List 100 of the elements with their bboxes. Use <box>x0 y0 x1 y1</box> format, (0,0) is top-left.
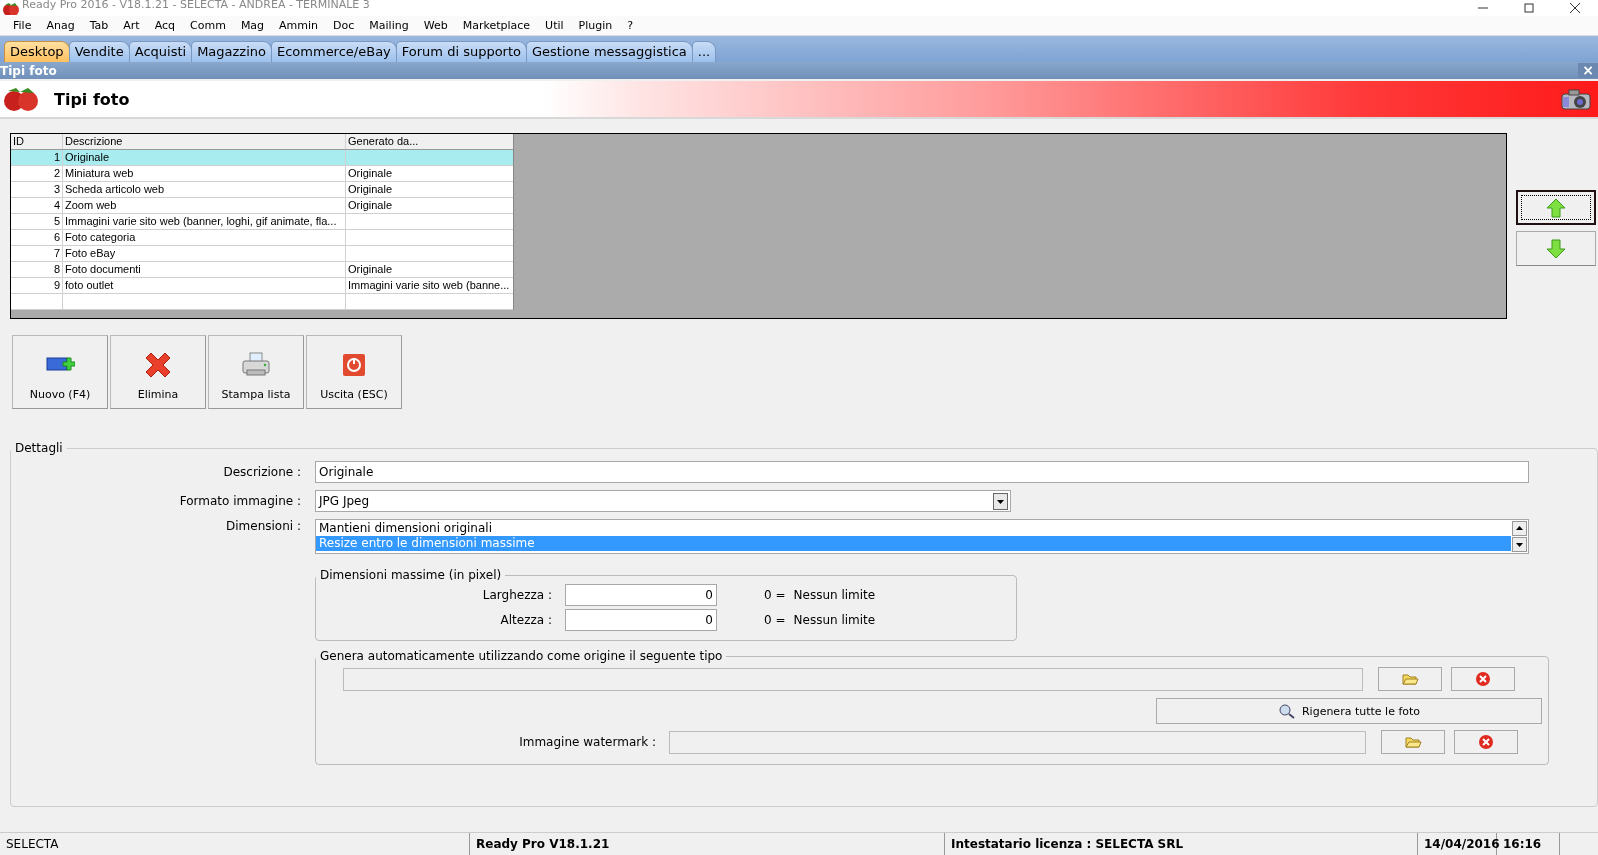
tab[interactable]: Ecommerce/eBay <box>271 41 397 62</box>
menu-item[interactable]: Util <box>538 19 572 32</box>
field-label: Formato immagine : <box>178 494 302 508</box>
toolbar-button[interactable]: Nuovo (F4) <box>12 335 108 409</box>
group-title: Genera automaticamente utilizzando come origine il seguente tipo <box>319 649 724 663</box>
scroll-up-icon[interactable] <box>1512 521 1527 536</box>
watermark-field[interactable] <box>669 730 1366 754</box>
scroll-down-icon[interactable] <box>1512 537 1527 552</box>
table-cell: Zoom web <box>65 199 117 211</box>
clear-button[interactable] <box>1451 667 1515 691</box>
table-cell: Foto documenti <box>65 263 141 275</box>
table-cell: Originale <box>65 151 110 163</box>
number-field[interactable]: 0 <box>565 584 717 606</box>
hint-text: 0 = <box>764 613 786 627</box>
tab[interactable]: ... <box>691 41 717 62</box>
table-row[interactable]: 8 Foto documenti Originale <box>11 262 513 278</box>
tab[interactable]: Desktop <box>4 41 70 62</box>
status-text: Intestatario licenza : SELECTA SRL <box>945 833 1418 855</box>
list-item[interactable]: Mantieni dimensioni originali <box>316 521 1511 536</box>
browse-button[interactable] <box>1381 730 1445 754</box>
move-down-button[interactable] <box>1516 231 1596 266</box>
magnifier-icon <box>1277 703 1296 719</box>
table-cell: Immagini varie sito web (banne... <box>348 279 510 291</box>
table-cell: Originale <box>348 183 393 195</box>
menu-item[interactable]: Doc <box>326 19 363 32</box>
source-field[interactable] <box>343 667 1363 691</box>
delete-icon <box>143 352 173 378</box>
table-cell: 9 <box>53 279 60 291</box>
menu-item[interactable]: Comm <box>183 19 234 32</box>
regenerate-button[interactable]: Rigenera tutte le foto <box>1156 698 1542 724</box>
table-cell: Originale <box>348 199 393 211</box>
menu-item[interactable]: Tab <box>82 19 117 32</box>
table-row[interactable]: 5 Immagini varie sito web (banner, loghi, gif animate, fla... <box>11 214 513 230</box>
camera-icon <box>1560 87 1592 111</box>
toolbar-button[interactable]: Uscita (ESC) <box>306 335 402 409</box>
status-text: 14/04/2016 <box>1418 833 1497 855</box>
text-field[interactable]: Originale <box>315 461 1529 483</box>
column-header[interactable]: Descrizione <box>63 134 346 149</box>
table-row[interactable]: 1 Originale <box>11 150 513 166</box>
table-cell: 8 <box>53 263 60 275</box>
table-row[interactable]: 9 foto outlet Immagini varie sito web (banne... <box>11 278 513 294</box>
table-row[interactable]: 7 Foto eBay <box>11 246 513 262</box>
toolbar-button[interactable]: Stampa lista <box>208 335 304 409</box>
group-title: Dimensioni massime (in pixel) <box>319 568 503 582</box>
move-up-button[interactable] <box>1516 190 1596 225</box>
table-cell: 2 <box>53 167 60 179</box>
table-cell: 6 <box>53 231 60 243</box>
menu-item[interactable]: Plugin <box>571 19 621 32</box>
menu-item[interactable]: Web <box>416 19 456 32</box>
table-row[interactable]: 3 Scheda articolo web Originale <box>11 182 513 198</box>
table-cell: 1 <box>53 151 60 163</box>
menu-item[interactable]: ? <box>620 19 642 32</box>
tab[interactable]: Gestione messaggistica <box>526 41 693 62</box>
table-cell: Foto categoria <box>65 231 136 243</box>
table-row[interactable]: 2 Miniatura web Originale <box>11 166 513 182</box>
menu-item[interactable]: File <box>6 19 40 32</box>
tab[interactable]: Vendite <box>68 41 130 62</box>
hint-text: 0 = <box>764 588 786 602</box>
tab[interactable]: Forum di supporto <box>395 41 527 62</box>
field-label: Descrizione : <box>222 465 302 479</box>
caret-icon <box>993 492 1008 510</box>
header-title: Tipi foto <box>54 89 130 109</box>
browse-button[interactable] <box>1378 667 1442 691</box>
column-header[interactable]: ID <box>11 134 63 149</box>
field-label: Immagine watermark : <box>518 735 657 749</box>
table-cell: 7 <box>53 247 60 259</box>
printer-icon <box>241 352 271 378</box>
table-cell: 3 <box>53 183 60 195</box>
table-cell: Originale <box>348 263 393 275</box>
number-field[interactable]: 0 <box>565 609 717 631</box>
format-dropdown[interactable]: JPG Jpeg <box>315 490 1011 512</box>
folder-icon <box>1404 734 1422 750</box>
tab[interactable]: Magazzino <box>191 41 272 62</box>
menu-item[interactable]: Ammin <box>272 19 327 32</box>
hint-text: Nessun limite <box>793 588 876 602</box>
field-label: Altezza : <box>499 613 553 627</box>
table-row[interactable]: 4 Zoom web Originale <box>11 198 513 214</box>
menu-item[interactable]: Marketplace <box>455 19 539 32</box>
table-cell: 5 <box>53 215 60 227</box>
menu-item[interactable]: Mailing <box>362 19 417 32</box>
tab[interactable]: Acquisti <box>128 41 193 62</box>
close-button[interactable]: × <box>1578 63 1598 78</box>
up-arrow-icon <box>1546 197 1566 218</box>
menu-item[interactable]: Art <box>116 19 148 32</box>
menu-item[interactable]: Anag <box>39 19 83 32</box>
table-row[interactable]: 6 Foto categoria <box>11 230 513 246</box>
table-cell: 4 <box>53 199 60 211</box>
column-header[interactable]: Generato da... <box>346 134 512 149</box>
menu-item[interactable]: Mag <box>233 19 273 32</box>
field-label: Larghezza : <box>481 588 553 602</box>
toolbar-button[interactable]: Elimina <box>110 335 206 409</box>
table-cell: Scheda articolo web <box>65 183 165 195</box>
group-title: Dettagli <box>14 441 64 455</box>
table-cell: Miniatura web <box>65 167 134 179</box>
clear-icon <box>1478 734 1494 750</box>
table-cell: Foto eBay <box>65 247 116 259</box>
clear-button[interactable] <box>1454 730 1518 754</box>
folder-icon <box>1401 671 1419 687</box>
menu-item[interactable]: Acq <box>147 19 184 32</box>
status-text: SELECTA <box>0 833 470 855</box>
